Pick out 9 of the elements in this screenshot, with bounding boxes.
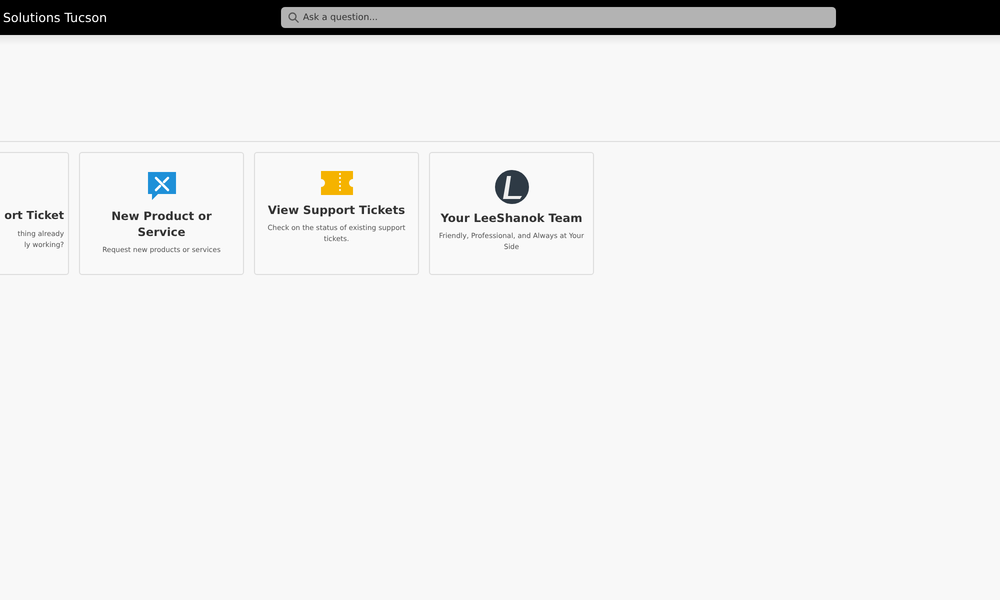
logo-icon [494, 170, 528, 204]
card-title: View Support Tickets [268, 202, 406, 218]
card-title: ort Ticket [4, 208, 64, 224]
card-title: Your LeeShanok Team [440, 210, 582, 226]
ticket-icon [320, 170, 354, 196]
tools-chat-icon [146, 170, 178, 202]
card-title: New Product or Service [110, 208, 213, 240]
brand-name: Solutions Tucson [3, 10, 108, 25]
search-field[interactable]: Ask a question... [281, 7, 836, 28]
